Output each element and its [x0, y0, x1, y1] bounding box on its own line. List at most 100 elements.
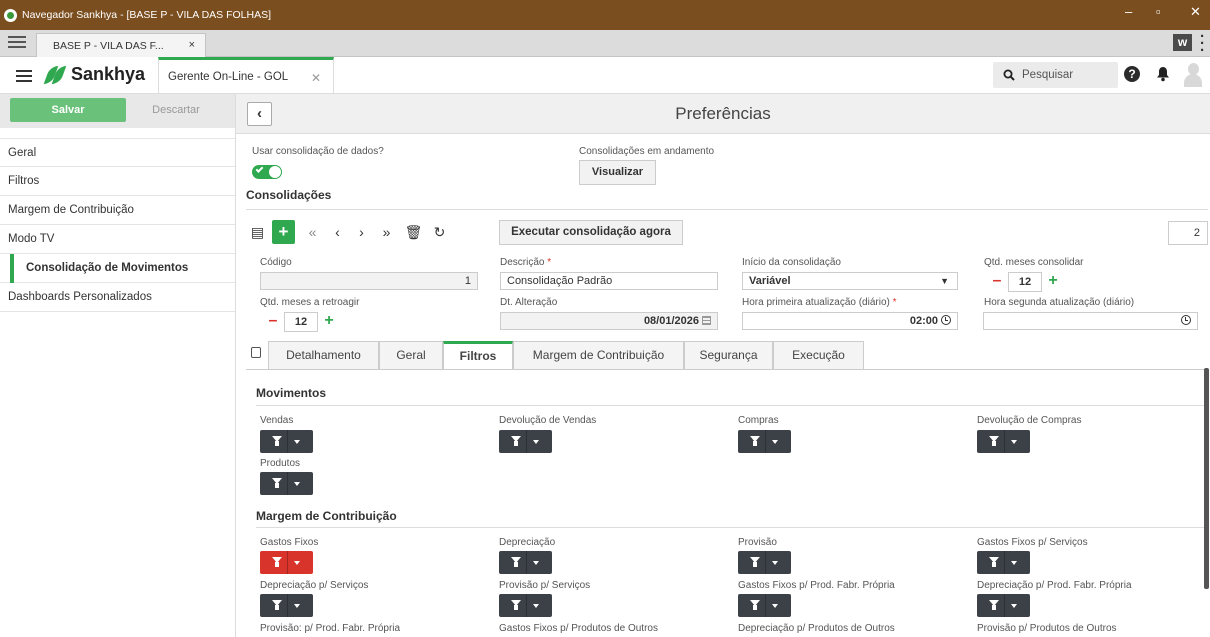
caret-down-icon — [294, 482, 300, 486]
filter-button-provisao[interactable] — [738, 551, 791, 574]
inicio-select[interactable]: Variável ▼ — [742, 272, 958, 290]
caret-down-icon — [294, 440, 300, 444]
filter-button-compras[interactable] — [738, 430, 791, 453]
app-tab-gol[interactable]: Gerente On-Line - GOL ✕ — [158, 57, 334, 94]
filter-button-depreciacao-prod[interactable] — [977, 594, 1030, 617]
filter-button-dev-vendas[interactable] — [499, 430, 552, 453]
movimentos-title: Movimentos — [256, 386, 327, 400]
save-button[interactable]: Salvar — [10, 98, 126, 122]
hora2-field[interactable] — [983, 312, 1198, 330]
sidebar-item-filtros[interactable]: Filtros — [0, 167, 235, 196]
in-progress-label: Consolidações em andamento — [579, 146, 715, 157]
tab-filtros[interactable]: Filtros — [443, 341, 513, 370]
filter-label: Depreciação p/ Serviços — [260, 580, 369, 591]
divider — [256, 405, 1206, 406]
browser-menu-icon[interactable] — [8, 36, 26, 50]
dt-alteracao-field[interactable]: 08/01/2026 — [500, 312, 718, 330]
filter-label: Depreciação — [499, 537, 556, 548]
hora1-field[interactable]: 02:00 — [742, 312, 958, 330]
filter-label: Devolução de Vendas — [499, 415, 597, 426]
tab-geral[interactable]: Geral — [379, 341, 443, 369]
codigo-field[interactable]: 1 — [260, 272, 478, 290]
hora1-value: 02:00 — [909, 315, 938, 327]
filter-button-gastos-fixos-prod[interactable] — [738, 594, 791, 617]
filter-button-produtos[interactable] — [260, 472, 313, 495]
filter-label: Gastos Fixos p/ Prod. Fabr. Própria — [738, 580, 895, 591]
sidebar-item-dashboards[interactable]: Dashboards Personalizados — [0, 283, 235, 312]
filter-button-depreciacao[interactable] — [499, 551, 552, 574]
inicio-label: Início da consolidação — [742, 257, 841, 268]
bell-icon[interactable] — [1156, 66, 1170, 82]
delete-icon[interactable]: 🗑 — [402, 220, 425, 244]
help-icon[interactable]: ? — [1124, 66, 1140, 82]
copy-icon[interactable] — [251, 347, 261, 358]
qtd-retroagir-value[interactable]: 12 — [284, 312, 318, 332]
refresh-icon[interactable]: ↻ — [428, 220, 451, 244]
increment-button[interactable]: + — [1042, 273, 1064, 291]
decrement-button[interactable]: – — [986, 273, 1008, 291]
next-icon[interactable]: › — [350, 220, 373, 244]
filter-button-vendas[interactable] — [260, 430, 313, 453]
search-icon — [1003, 69, 1015, 81]
codigo-label: Código — [260, 257, 292, 268]
browser-tab-strip: BASE P - VILA DAS F... × — [0, 30, 1210, 57]
more-options-icon[interactable]: · · · — [1200, 29, 1205, 58]
tab-margem-contribuicao[interactable]: Margem de Contribuição — [513, 341, 684, 369]
previous-icon[interactable]: ‹ — [326, 220, 349, 244]
view-button[interactable]: Visualizar — [579, 160, 656, 185]
filter-button-gastos-fixos-servicos[interactable] — [977, 551, 1030, 574]
sidebar-item-margem[interactable]: Margem de Contribuição — [0, 196, 235, 225]
discard-button[interactable]: Descartar — [126, 98, 226, 122]
dt-alteracao-label: Dt. Alteração — [500, 297, 558, 308]
tab-execucao[interactable]: Execução — [773, 341, 864, 369]
use-consolidation-toggle[interactable] — [252, 165, 282, 179]
filter-button-dev-compras[interactable] — [977, 430, 1030, 453]
main-content: Preferências ‹ Usar consolidação de dado… — [236, 94, 1210, 637]
caret-down-icon — [533, 604, 539, 608]
filter-label: Devolução de Compras — [977, 415, 1082, 426]
browser-tab-close-icon[interactable]: × — [189, 39, 195, 51]
minimize-icon[interactable]: – — [1125, 4, 1132, 19]
increment-button[interactable]: + — [318, 313, 340, 331]
browser-tab[interactable]: BASE P - VILA DAS F... × — [36, 33, 206, 57]
qtd-consolidar-value[interactable]: 12 — [1008, 272, 1042, 292]
hora2-label: Hora segunda atualização (diário) — [984, 297, 1135, 308]
filter-button-provisao-servicos[interactable] — [499, 594, 552, 617]
filter-button-gastos-fixos[interactable] — [260, 551, 313, 574]
page-number-field[interactable]: 2 — [1168, 221, 1208, 245]
sidebar-item-consolidacao[interactable]: Consolidação de Movimentos — [0, 254, 235, 283]
sidebar-item-modo-tv[interactable]: Modo TV — [0, 225, 235, 254]
w-extension-icon[interactable]: w — [1173, 34, 1192, 51]
descricao-field[interactable]: Consolidação Padrão — [500, 272, 718, 290]
tab-detalhamento[interactable]: Detalhamento — [268, 341, 379, 369]
app-header: Sankhya Gerente On-Line - GOL ✕ Pesquisa… — [0, 57, 1210, 94]
last-page-icon[interactable]: » — [375, 220, 398, 244]
sankhya-leaf-icon — [43, 65, 67, 84]
filter-label: Gastos Fixos p/ Serviços — [977, 537, 1088, 548]
app-tab-close-icon[interactable]: ✕ — [311, 71, 321, 85]
detail-tabs: Detalhamento Geral Filtros Margem de Con… — [246, 341, 1210, 370]
panel-scrollbar[interactable] — [1204, 368, 1209, 589]
avatar[interactable] — [1184, 63, 1202, 87]
section-title-consolidacoes: Consolidações — [246, 188, 332, 202]
chevron-down-icon: ▼ — [940, 276, 949, 286]
caret-down-icon — [772, 604, 778, 608]
filter-label: Compras — [738, 415, 779, 426]
app-menu-icon[interactable] — [16, 70, 32, 82]
filter-button-depreciacao-servicos[interactable] — [260, 594, 313, 617]
sidebar-item-geral[interactable]: Geral — [0, 138, 235, 167]
back-button[interactable]: ‹ — [247, 102, 272, 126]
decrement-button[interactable]: – — [262, 313, 284, 331]
first-page-icon[interactable]: « — [301, 220, 324, 244]
margem-title: Margem de Contribuição — [256, 509, 397, 523]
execute-consolidation-button[interactable]: Executar consolidação agora — [499, 220, 683, 245]
window-title-bar: Navegador Sankhya - [BASE P - VILA DAS F… — [0, 0, 1210, 30]
add-button[interactable]: + — [272, 220, 295, 244]
close-window-icon[interactable]: ✕ — [1190, 4, 1201, 20]
grid-view-icon[interactable]: ▤ — [246, 220, 269, 244]
search-placeholder: Pesquisar — [1022, 69, 1074, 81]
maximize-icon[interactable]: ▫ — [1156, 4, 1161, 19]
preferences-sidebar: Salvar Descartar Geral Filtros Margem de… — [0, 94, 236, 637]
search-input[interactable]: Pesquisar — [993, 62, 1118, 88]
tab-seguranca[interactable]: Segurança — [684, 341, 773, 369]
